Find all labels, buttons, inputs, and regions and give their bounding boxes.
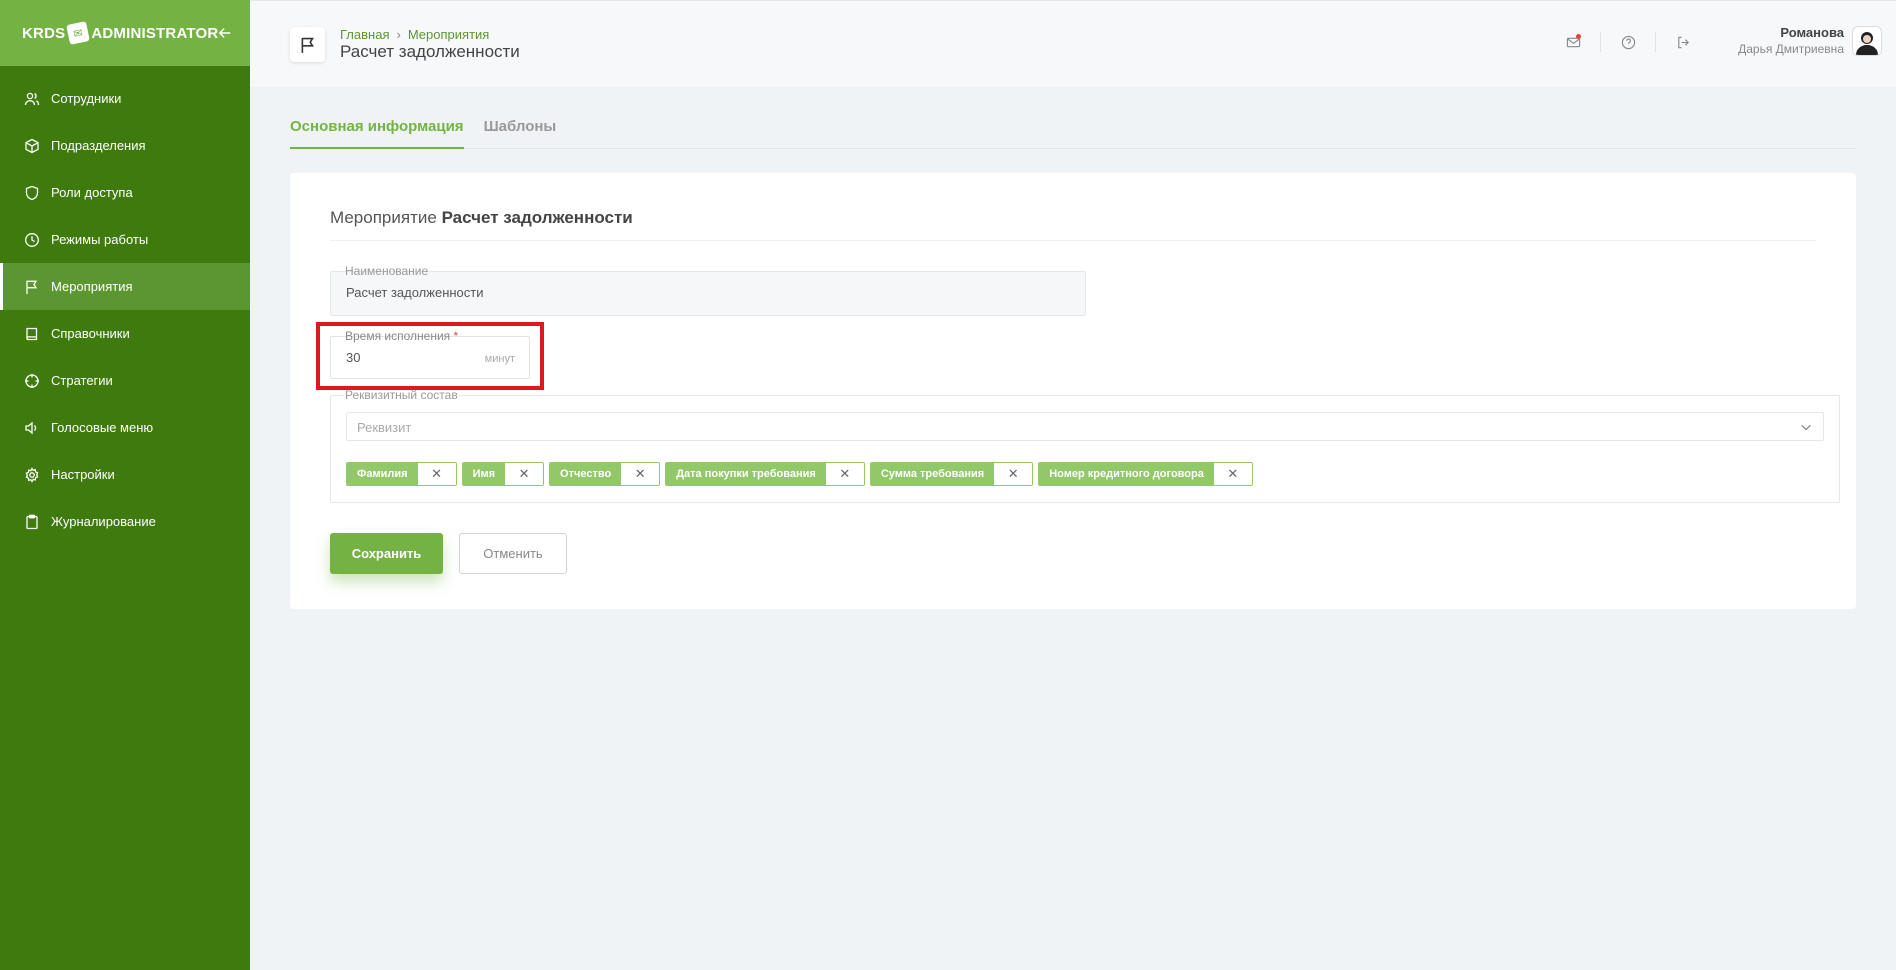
user-profile[interactable]: Романова Дарья Дмитриевна xyxy=(1738,25,1882,56)
tab-templates[interactable]: Шаблоны xyxy=(484,118,557,149)
sidebar-item-employees[interactable]: Сотрудники xyxy=(0,75,250,122)
avatar[interactable] xyxy=(1852,25,1882,56)
requisite-select[interactable]: Реквизит xyxy=(346,412,1824,441)
sidebar-item-logging[interactable]: Журналирование xyxy=(0,498,250,545)
target-icon xyxy=(25,373,39,388)
chevron-down-icon xyxy=(1801,424,1811,431)
sidebar-item-strategies[interactable]: Стратегии xyxy=(0,357,250,404)
header-divider xyxy=(1655,32,1656,52)
tag-item: Номер кредитного договора ✕ xyxy=(1038,462,1253,486)
name-field-label: Наименование xyxy=(345,264,429,278)
logo: KRDS ✉ ADMINISTRATOR xyxy=(22,21,218,45)
close-icon: ✕ xyxy=(431,466,443,481)
logo-mail-icon: ✉ xyxy=(66,21,91,45)
breadcrumb: Главная › Мероприятия xyxy=(340,27,489,42)
event-form-card: Мероприятие Расчет задолженности Наимено… xyxy=(290,173,1856,609)
requisite-tags: Фамилия ✕ Имя ✕ Отчество ✕ Дата покупки тре… xyxy=(346,462,1258,486)
remove-tag-button[interactable]: ✕ xyxy=(994,463,1033,485)
tag-item: Сумма требования ✕ xyxy=(869,462,1034,486)
remove-tag-button[interactable]: ✕ xyxy=(417,463,456,485)
users-icon xyxy=(24,92,40,105)
page-title: Расчет задолженности xyxy=(340,42,520,61)
remove-tag-button[interactable]: ✕ xyxy=(621,463,660,485)
help-icon xyxy=(1621,35,1635,49)
sidebar-nav: Сотрудники Подразделения Роли доступа Ре… xyxy=(0,66,250,545)
sidebar: KRDS ✉ ADMINISTRATOR Сотрудники Подразде… xyxy=(0,0,250,970)
close-icon: ✕ xyxy=(839,466,851,481)
divider xyxy=(330,240,1816,241)
header-divider xyxy=(1600,32,1601,52)
clock-icon xyxy=(25,232,39,247)
remove-tag-button[interactable]: ✕ xyxy=(1213,463,1252,485)
save-button[interactable]: Сохранить xyxy=(330,533,443,574)
arrow-left-icon xyxy=(219,28,231,38)
sidebar-header: KRDS ✉ ADMINISTRATOR xyxy=(0,0,250,66)
notification-dot xyxy=(1576,34,1581,39)
sidebar-item-voice-menus[interactable]: Голосовые меню xyxy=(0,404,250,451)
speaker-icon xyxy=(25,421,37,434)
requisite-select-placeholder: Реквизит xyxy=(357,420,412,435)
breadcrumb-separator-icon: › xyxy=(396,27,401,42)
flag-icon xyxy=(301,37,314,53)
remove-tag-button[interactable]: ✕ xyxy=(825,463,864,485)
close-icon: ✕ xyxy=(634,466,646,481)
tag-item: Фамилия ✕ xyxy=(346,462,457,486)
sidebar-item-access-roles[interactable]: Роли доступа xyxy=(0,169,250,216)
requisites-label: Реквизитный состав xyxy=(345,388,458,402)
user-first-name: Дарья Дмитриевна xyxy=(1738,42,1844,56)
tag-item: Имя ✕ xyxy=(461,462,545,486)
clipboard-icon xyxy=(26,514,38,529)
logout-icon xyxy=(1677,36,1689,48)
sidebar-item-directories[interactable]: Справочники xyxy=(0,310,250,357)
header-actions xyxy=(1562,31,1694,53)
highlight-box xyxy=(316,322,544,390)
flag-icon xyxy=(26,280,38,294)
requisites-group: Реквизитный состав Реквизит Фамилия ✕ Имя… xyxy=(330,388,1840,503)
sidebar-item-work-modes[interactable]: Режимы работы xyxy=(0,216,250,263)
tabs: Основная информация Шаблоны xyxy=(290,118,1856,149)
sidebar-item-settings[interactable]: Настройки xyxy=(0,451,250,498)
name-field[interactable]: Наименование xyxy=(330,264,1086,316)
gear-icon xyxy=(25,466,39,483)
sidebar-item-events[interactable]: Мероприятия xyxy=(0,263,250,310)
name-input[interactable] xyxy=(346,285,950,300)
tag-item: Дата покупки требования ✕ xyxy=(665,462,865,486)
user-avatar-icon xyxy=(1856,31,1878,55)
breadcrumb-home-link[interactable]: Главная xyxy=(340,27,389,42)
page-icon xyxy=(290,27,325,62)
logout-button[interactable] xyxy=(1672,31,1694,53)
collapse-sidebar-button[interactable] xyxy=(218,22,232,44)
user-last-name: Романова xyxy=(1780,25,1844,40)
messages-button[interactable] xyxy=(1562,31,1584,53)
remove-tag-button[interactable]: ✕ xyxy=(505,463,544,485)
shield-icon xyxy=(25,185,39,200)
cancel-button[interactable]: Отменить xyxy=(459,533,567,574)
close-icon: ✕ xyxy=(1227,466,1239,481)
help-button[interactable] xyxy=(1617,31,1639,53)
close-icon: ✕ xyxy=(518,466,530,481)
top-header: Главная › Мероприятия Расчет задолженности… xyxy=(250,0,1896,87)
cube-icon xyxy=(25,138,39,153)
close-icon: ✕ xyxy=(1007,466,1019,481)
tab-main-info[interactable]: Основная информация xyxy=(290,118,464,149)
breadcrumb-events-link[interactable]: Мероприятия xyxy=(408,27,490,42)
card-title: Мероприятие Расчет задолженности xyxy=(330,208,633,227)
book-icon xyxy=(26,327,38,340)
tag-item: Отчество ✕ xyxy=(549,462,661,486)
sidebar-item-departments[interactable]: Подразделения xyxy=(0,122,250,169)
